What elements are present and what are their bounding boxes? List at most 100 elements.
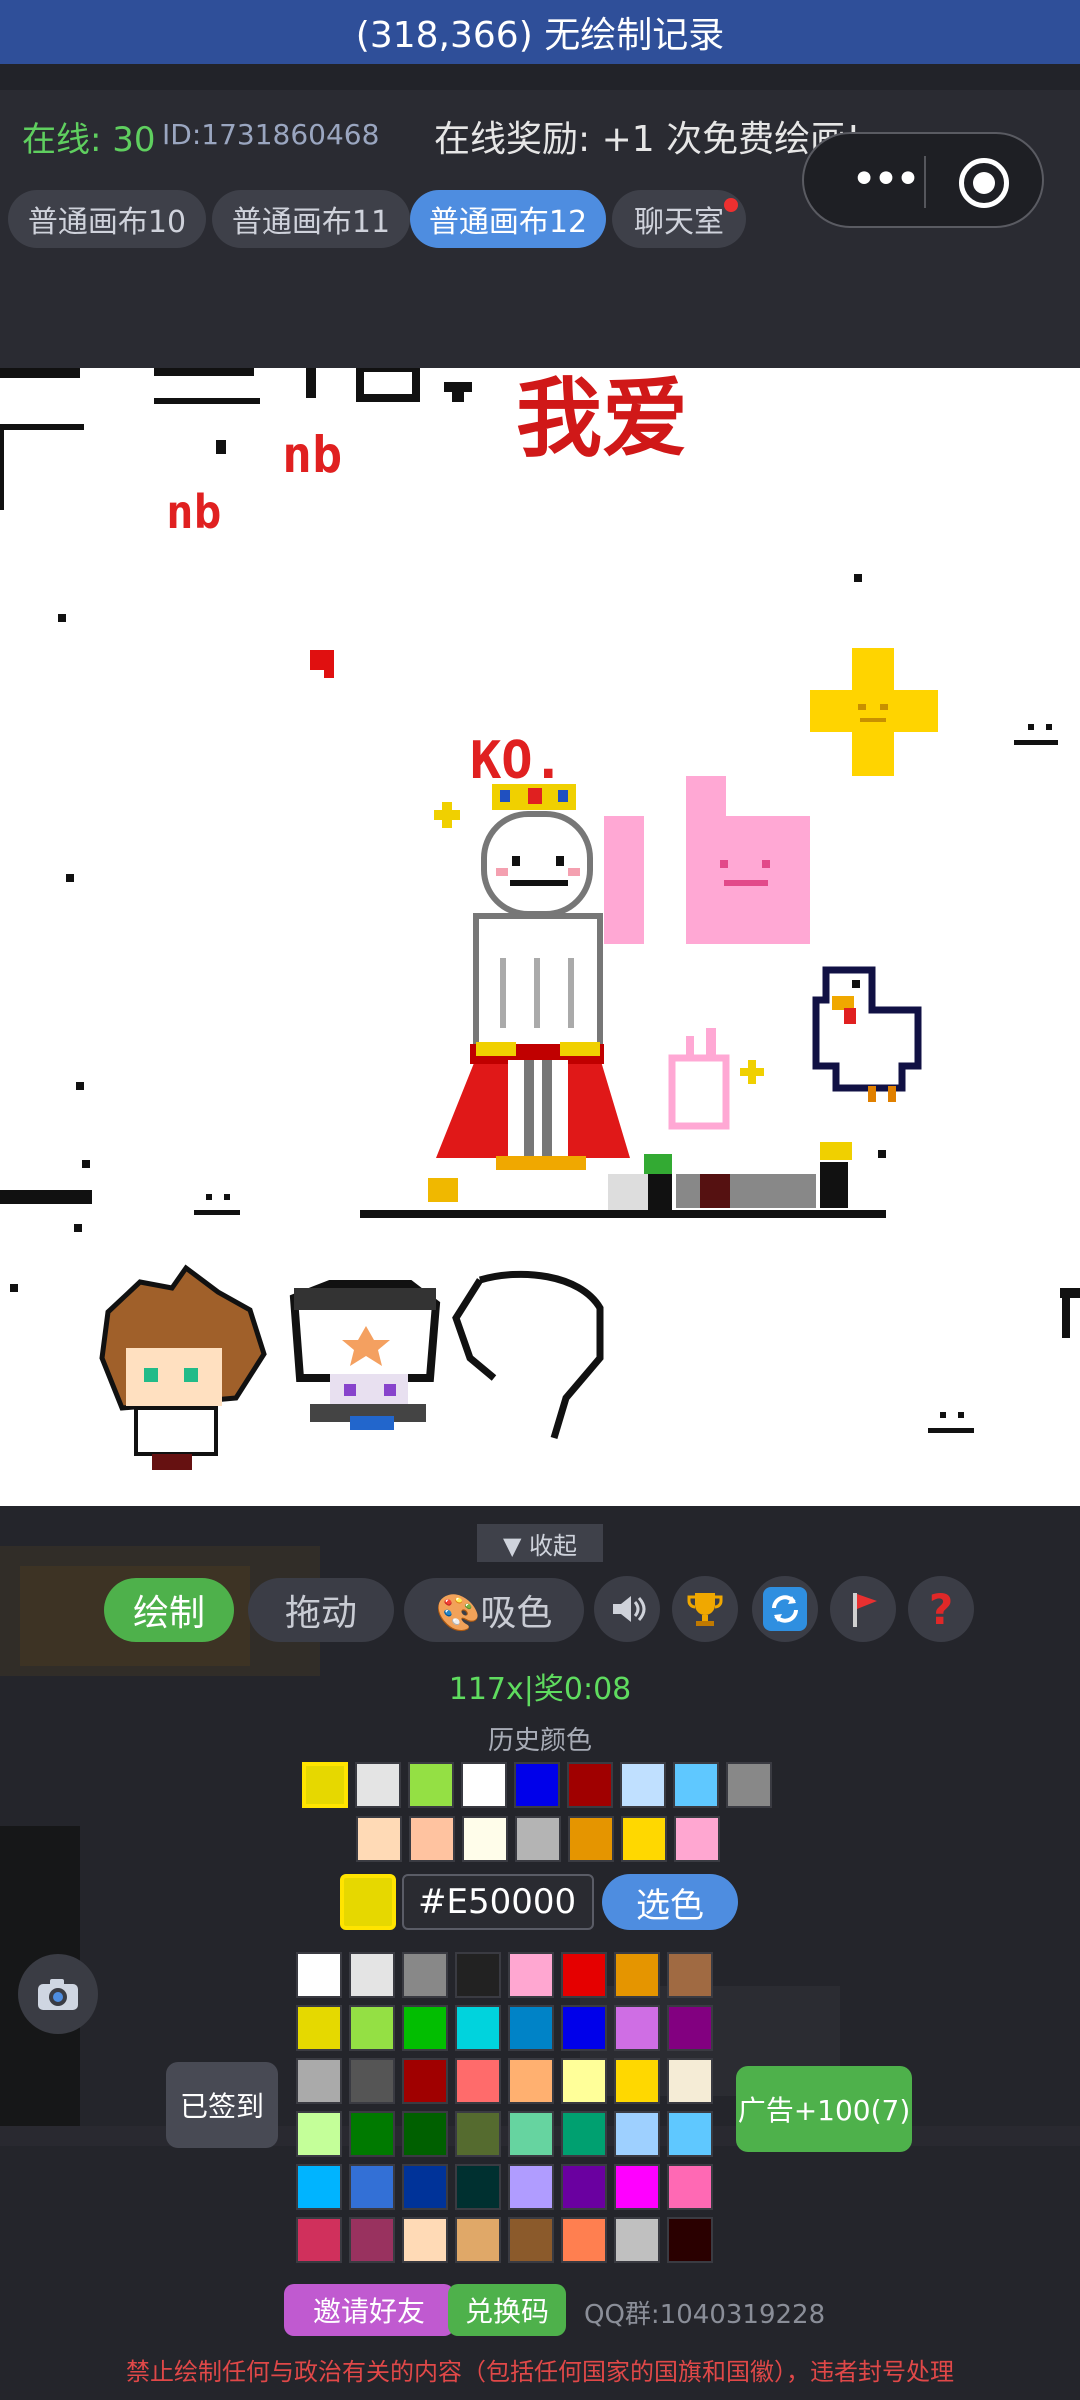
palette-color-swatch[interactable] bbox=[296, 2217, 342, 2263]
palette-color-swatch[interactable] bbox=[296, 2005, 342, 2051]
invite-friends-button[interactable]: 邀请好友 bbox=[284, 2284, 454, 2336]
history-color-swatch[interactable] bbox=[515, 1816, 561, 1862]
trophy-icon[interactable] bbox=[672, 1576, 738, 1642]
palette-color-swatch[interactable] bbox=[296, 2058, 342, 2104]
palette-color-swatch[interactable] bbox=[561, 1952, 607, 1998]
palette-color-swatch[interactable] bbox=[561, 2111, 607, 2157]
palette-color-swatch[interactable] bbox=[455, 2058, 501, 2104]
palette-color-swatch[interactable] bbox=[402, 2058, 448, 2104]
palette-color-swatch[interactable] bbox=[455, 1952, 501, 1998]
canvas-drawing: nb nb 我爱 KO. bbox=[0, 368, 1080, 1470]
palette-color-swatch[interactable] bbox=[402, 2005, 448, 2051]
palette-color-swatch[interactable] bbox=[614, 2111, 660, 2157]
history-color-swatch[interactable] bbox=[568, 1816, 614, 1862]
camera-icon[interactable] bbox=[18, 1954, 98, 2034]
history-color-swatch[interactable] bbox=[408, 1762, 454, 1808]
palette-color-swatch[interactable] bbox=[455, 2005, 501, 2051]
collapse-button[interactable]: ▼ 收起 bbox=[477, 1524, 603, 1562]
palette-color-swatch[interactable] bbox=[349, 1952, 395, 1998]
palette-color-swatch[interactable] bbox=[402, 1952, 448, 1998]
history-color-swatch[interactable] bbox=[461, 1762, 507, 1808]
more-menu-icon[interactable]: ••• bbox=[834, 158, 934, 202]
eyedropper-button[interactable]: 🎨吸色 bbox=[404, 1578, 584, 1642]
palette-color-swatch[interactable] bbox=[455, 2164, 501, 2210]
palette-color-swatch[interactable] bbox=[614, 2005, 660, 2051]
history-colors-title: 历史颜色 bbox=[487, 1726, 592, 1756]
palette-color-swatch[interactable] bbox=[455, 2217, 501, 2263]
palette-color-swatch[interactable] bbox=[508, 2005, 554, 2051]
history-color-swatch[interactable] bbox=[302, 1762, 348, 1808]
current-color-swatch bbox=[340, 1874, 396, 1930]
policy-warning: 禁止绘制任何与政治有关的内容（包括任何国家的国旗和国徽），违者封号处理 bbox=[126, 2358, 954, 2386]
history-color-swatch[interactable] bbox=[355, 1762, 401, 1808]
history-color-swatch[interactable] bbox=[462, 1816, 508, 1862]
refresh-icon[interactable] bbox=[752, 1576, 818, 1642]
palette-color-swatch[interactable] bbox=[667, 2164, 713, 2210]
palette-color-swatch[interactable] bbox=[508, 2164, 554, 2210]
tab-chatroom[interactable]: 聊天室 bbox=[612, 190, 746, 248]
palette-color-swatch[interactable] bbox=[561, 2058, 607, 2104]
history-color-swatch[interactable] bbox=[726, 1762, 772, 1808]
palette-color-swatch[interactable] bbox=[349, 2217, 395, 2263]
tab-canvas-12[interactable]: 普通画布12 bbox=[410, 190, 606, 248]
redeem-code-button[interactable]: 兑换码 bbox=[448, 2284, 566, 2336]
pixel-canvas[interactable]: nb nb 我爱 KO. bbox=[0, 368, 1080, 1506]
unread-dot bbox=[724, 198, 738, 212]
palette-color-swatch[interactable] bbox=[667, 2058, 713, 2104]
drag-mode-button[interactable]: 拖动 bbox=[248, 1578, 394, 1642]
pick-color-button[interactable]: 选色 bbox=[602, 1874, 738, 1930]
palette-color-swatch[interactable] bbox=[349, 2058, 395, 2104]
palette-color-swatch[interactable] bbox=[349, 2005, 395, 2051]
close-target-icon[interactable] bbox=[959, 158, 1009, 208]
palette-color-swatch[interactable] bbox=[614, 2058, 660, 2104]
brown-hair-character-drawing bbox=[99, 1264, 267, 1470]
history-color-swatch[interactable] bbox=[514, 1762, 560, 1808]
drawing-panel: ▼ 收起 绘制 拖动 🎨吸色 ? 117x|奖0:08 历史颜色 选色 已签到 … bbox=[0, 1506, 1080, 2400]
tab-canvas-10[interactable]: 普通画布10 bbox=[8, 190, 206, 248]
palette-color-swatch[interactable] bbox=[614, 1952, 660, 1998]
palette-color-swatch[interactable] bbox=[667, 1952, 713, 1998]
tab-canvas-11[interactable]: 普通画布11 bbox=[212, 190, 410, 248]
help-icon[interactable]: ? bbox=[908, 1576, 974, 1642]
history-color-swatch[interactable] bbox=[356, 1816, 402, 1862]
palette-color-swatch[interactable] bbox=[667, 2111, 713, 2157]
palette-color-swatch[interactable] bbox=[349, 2111, 395, 2157]
king-character-drawing bbox=[436, 811, 630, 1170]
signed-in-button[interactable]: 已签到 bbox=[166, 2062, 278, 2148]
palette-color-swatch[interactable] bbox=[614, 2217, 660, 2263]
palette-color-swatch[interactable] bbox=[402, 2217, 448, 2263]
palette-color-swatch[interactable] bbox=[296, 2111, 342, 2157]
history-color-swatch[interactable] bbox=[674, 1816, 720, 1862]
palette-color-swatch[interactable] bbox=[561, 2005, 607, 2051]
palette-color-swatch[interactable] bbox=[561, 2217, 607, 2263]
palette-color-swatch[interactable] bbox=[667, 2217, 713, 2263]
history-color-swatch[interactable] bbox=[409, 1816, 455, 1862]
watch-ad-button[interactable]: 广告+100(7) bbox=[736, 2066, 912, 2152]
flag-icon[interactable] bbox=[830, 1576, 896, 1642]
tab-chatroom-label: 聊天室 bbox=[634, 205, 724, 240]
palette-color-swatch[interactable] bbox=[614, 2164, 660, 2210]
palette-color-swatch[interactable] bbox=[508, 2058, 554, 2104]
palette-color-swatch[interactable] bbox=[508, 2217, 554, 2263]
sound-icon[interactable] bbox=[594, 1576, 660, 1642]
chicken-drawing bbox=[812, 966, 922, 1102]
palette-color-swatch[interactable] bbox=[296, 2164, 342, 2210]
palette-color-swatch[interactable] bbox=[402, 2111, 448, 2157]
history-color-swatch[interactable] bbox=[673, 1762, 719, 1808]
history-color-swatch[interactable] bbox=[567, 1762, 613, 1808]
palette-color-swatch[interactable] bbox=[402, 2164, 448, 2210]
palette-color-swatch[interactable] bbox=[508, 2111, 554, 2157]
history-color-swatch[interactable] bbox=[620, 1762, 666, 1808]
palette-color-swatch[interactable] bbox=[349, 2164, 395, 2210]
palette-color-swatch[interactable] bbox=[296, 1952, 342, 1998]
hex-color-input[interactable] bbox=[402, 1874, 594, 1930]
draw-mode-button[interactable]: 绘制 bbox=[104, 1578, 234, 1642]
canvas-woai-text: 我爱 bbox=[516, 369, 688, 469]
palette-color-swatch[interactable] bbox=[455, 2111, 501, 2157]
reward-timer: 117x|奖0:08 bbox=[448, 1672, 632, 1707]
history-color-swatch[interactable] bbox=[621, 1816, 667, 1862]
palette-color-swatch[interactable] bbox=[508, 1952, 554, 1998]
palette-color-swatch[interactable] bbox=[667, 2005, 713, 2051]
palette-color-swatch[interactable] bbox=[561, 2164, 607, 2210]
svg-text:KO.: KO. bbox=[470, 731, 564, 791]
